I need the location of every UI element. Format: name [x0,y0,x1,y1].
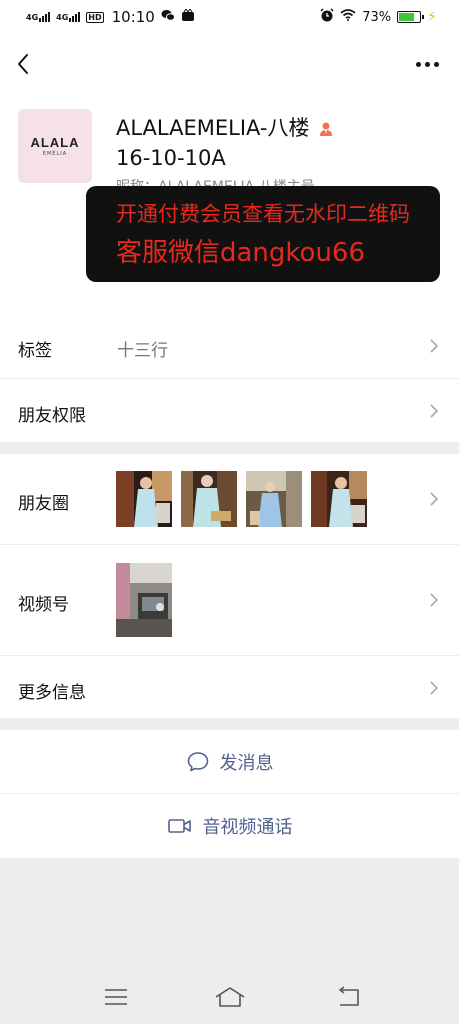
chat-bubble-icon [187,752,208,772]
status-left: 4G 4G HD 10:10 [26,7,195,26]
row-tags-value: 十三行 [117,341,168,361]
chevron-right-icon [430,404,439,418]
send-message-button[interactable]: 发消息 [0,730,459,794]
video-call-label: 音视频通话 [202,817,293,838]
network-type-2: 4G [56,13,69,22]
moments-photo-4 [311,471,367,527]
system-nav-bar [0,966,459,1024]
avatar[interactable]: ALALA EMÉLIA [18,109,92,183]
ellipsis-icon[interactable] [416,62,439,67]
video-camera-icon [167,819,191,833]
chat-notification-icon [161,9,175,26]
contact-name-line2: 16-10-10A [116,146,226,170]
settings-group-1: 标签 十三行 朋友权限 [0,314,459,442]
row-channels-label: 视频号 [18,595,69,615]
chevron-right-icon [430,681,439,695]
row-tags[interactable]: 标签 十三行 [0,314,459,378]
row-moments-label: 朋友圈 [18,494,69,514]
app-notification-icon [181,7,195,26]
row-tags-label: 标签 [18,341,52,361]
status-bar: 4G 4G HD 10:10 73% ⚡ [0,0,459,36]
row-permissions-label: 朋友权限 [18,406,86,426]
row-more-info-label: 更多信息 [18,683,86,703]
moments-photo-3 [246,471,302,527]
nav-bar [0,36,459,92]
avatar-sub: EMÉLIA [42,151,68,157]
battery-percent: 73% [362,9,392,25]
contact-name: ALALAEMELIA-八楼 16-10-10A [116,113,376,173]
charging-bolt-icon: ⚡ [427,9,437,25]
back-icon[interactable] [336,986,362,1008]
wifi-icon [340,9,356,25]
profile-card: ALALA EMÉLIA ALALAEMELIA-八楼 16-10-10A 昵称… [0,92,459,314]
moments-photo-1 [116,471,172,527]
avatar-brand: ALALA [30,135,80,150]
watermark-line1: 开通付费会员查看无水印二维码 [116,202,410,226]
network-type-1: 4G [26,13,39,22]
person-icon [320,122,333,136]
signal-1: 4G [26,12,51,22]
moments-photo-2 [181,471,237,527]
chevron-right-icon [430,593,439,607]
settings-group-2: 朋友圈 视频号 更多信息 [0,454,459,718]
signal-bars-icon [39,12,51,22]
channels-video-thumbnail [116,563,172,637]
row-moments[interactable]: 朋友圈 [0,454,459,544]
watermark-line2: 客服微信dangkou66 [116,238,366,268]
chevron-right-icon [430,492,439,506]
row-more-info[interactable]: 更多信息 [0,655,459,718]
chevron-left-icon[interactable] [14,52,34,76]
contact-name-line1: ALALAEMELIA-八楼 [116,116,310,140]
row-channels[interactable]: 视频号 [0,544,459,655]
battery-icon [397,11,425,23]
chevron-right-icon [430,339,439,353]
watermark-overlay: 开通付费会员查看无水印二维码 客服微信dangkou66 [86,186,440,282]
hd-badge: HD [86,11,104,23]
video-call-button[interactable]: 音视频通话 [0,794,459,858]
signal-2: 4G [56,12,81,22]
status-right: 73% ⚡ [320,8,437,26]
signal-bars-icon [69,12,81,22]
clock: 10:10 [111,8,155,26]
row-permissions[interactable]: 朋友权限 [0,378,459,442]
menu-icon[interactable] [103,986,129,1008]
home-icon[interactable] [214,986,246,1008]
battery-level [399,13,414,21]
send-message-label: 发消息 [219,753,274,774]
alarm-icon [320,8,334,26]
